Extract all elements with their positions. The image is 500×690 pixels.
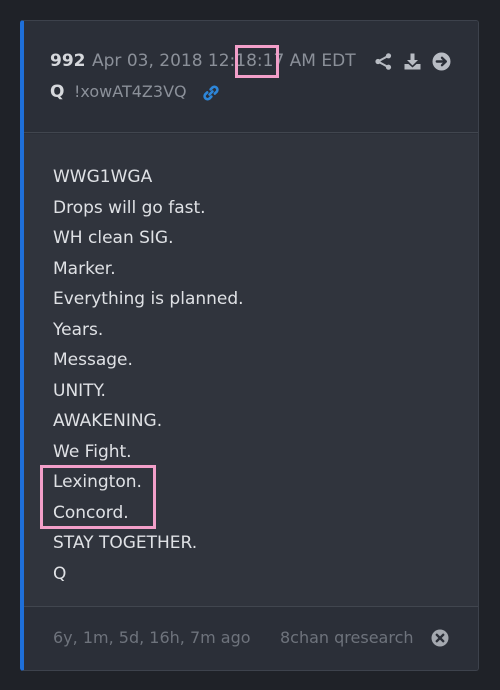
post-actions (374, 52, 451, 71)
close-circle-icon[interactable] (431, 629, 449, 647)
elapsed-time: 6y, 1m, 5d, 16h, 7m ago (53, 628, 251, 647)
post-line: Concord. (53, 503, 129, 523)
post-line: WWG1WGA (53, 167, 153, 187)
post-date: Apr 03, 2018 12:18:17 AM EDT (92, 51, 356, 71)
link-icon[interactable] (201, 83, 221, 103)
post-line: Lexington. (53, 472, 142, 492)
post-line: We Fight. (53, 442, 132, 462)
post-line: UNITY. (53, 381, 106, 401)
post-card: 992 Apr 03, 2018 12:18:17 AM EDT Q !xowA… (20, 20, 479, 671)
post-footer: 6y, 1m, 5d, 16h, 7m ago 8chan qresearch (24, 606, 478, 670)
post-tripcode: !xowAT4Z3VQ (74, 82, 187, 101)
post-header: 992 Apr 03, 2018 12:18:17 AM EDT Q !xowA… (24, 21, 478, 133)
post-author: Q (50, 82, 65, 102)
post-line: WH clean SIG. (53, 228, 174, 248)
post-line: Message. (53, 350, 133, 370)
download-icon[interactable] (403, 52, 422, 71)
post-line: Q (53, 564, 67, 584)
post-body: WWG1WGA Drops will go fast. WH clean SIG… (24, 134, 478, 606)
post-source[interactable]: 8chan qresearch (280, 628, 414, 647)
post-line: Marker. (53, 259, 116, 279)
post-line: Everything is planned. (53, 289, 244, 309)
post-line: STAY TOGETHER. (53, 533, 198, 553)
arrow-right-circle-icon[interactable] (432, 52, 451, 71)
post-line: AWAKENING. (53, 411, 163, 431)
post-line: Drops will go fast. (53, 198, 206, 218)
post-number[interactable]: 992 (50, 51, 86, 71)
share-icon[interactable] (374, 52, 393, 71)
post-line: Years. (53, 320, 104, 340)
